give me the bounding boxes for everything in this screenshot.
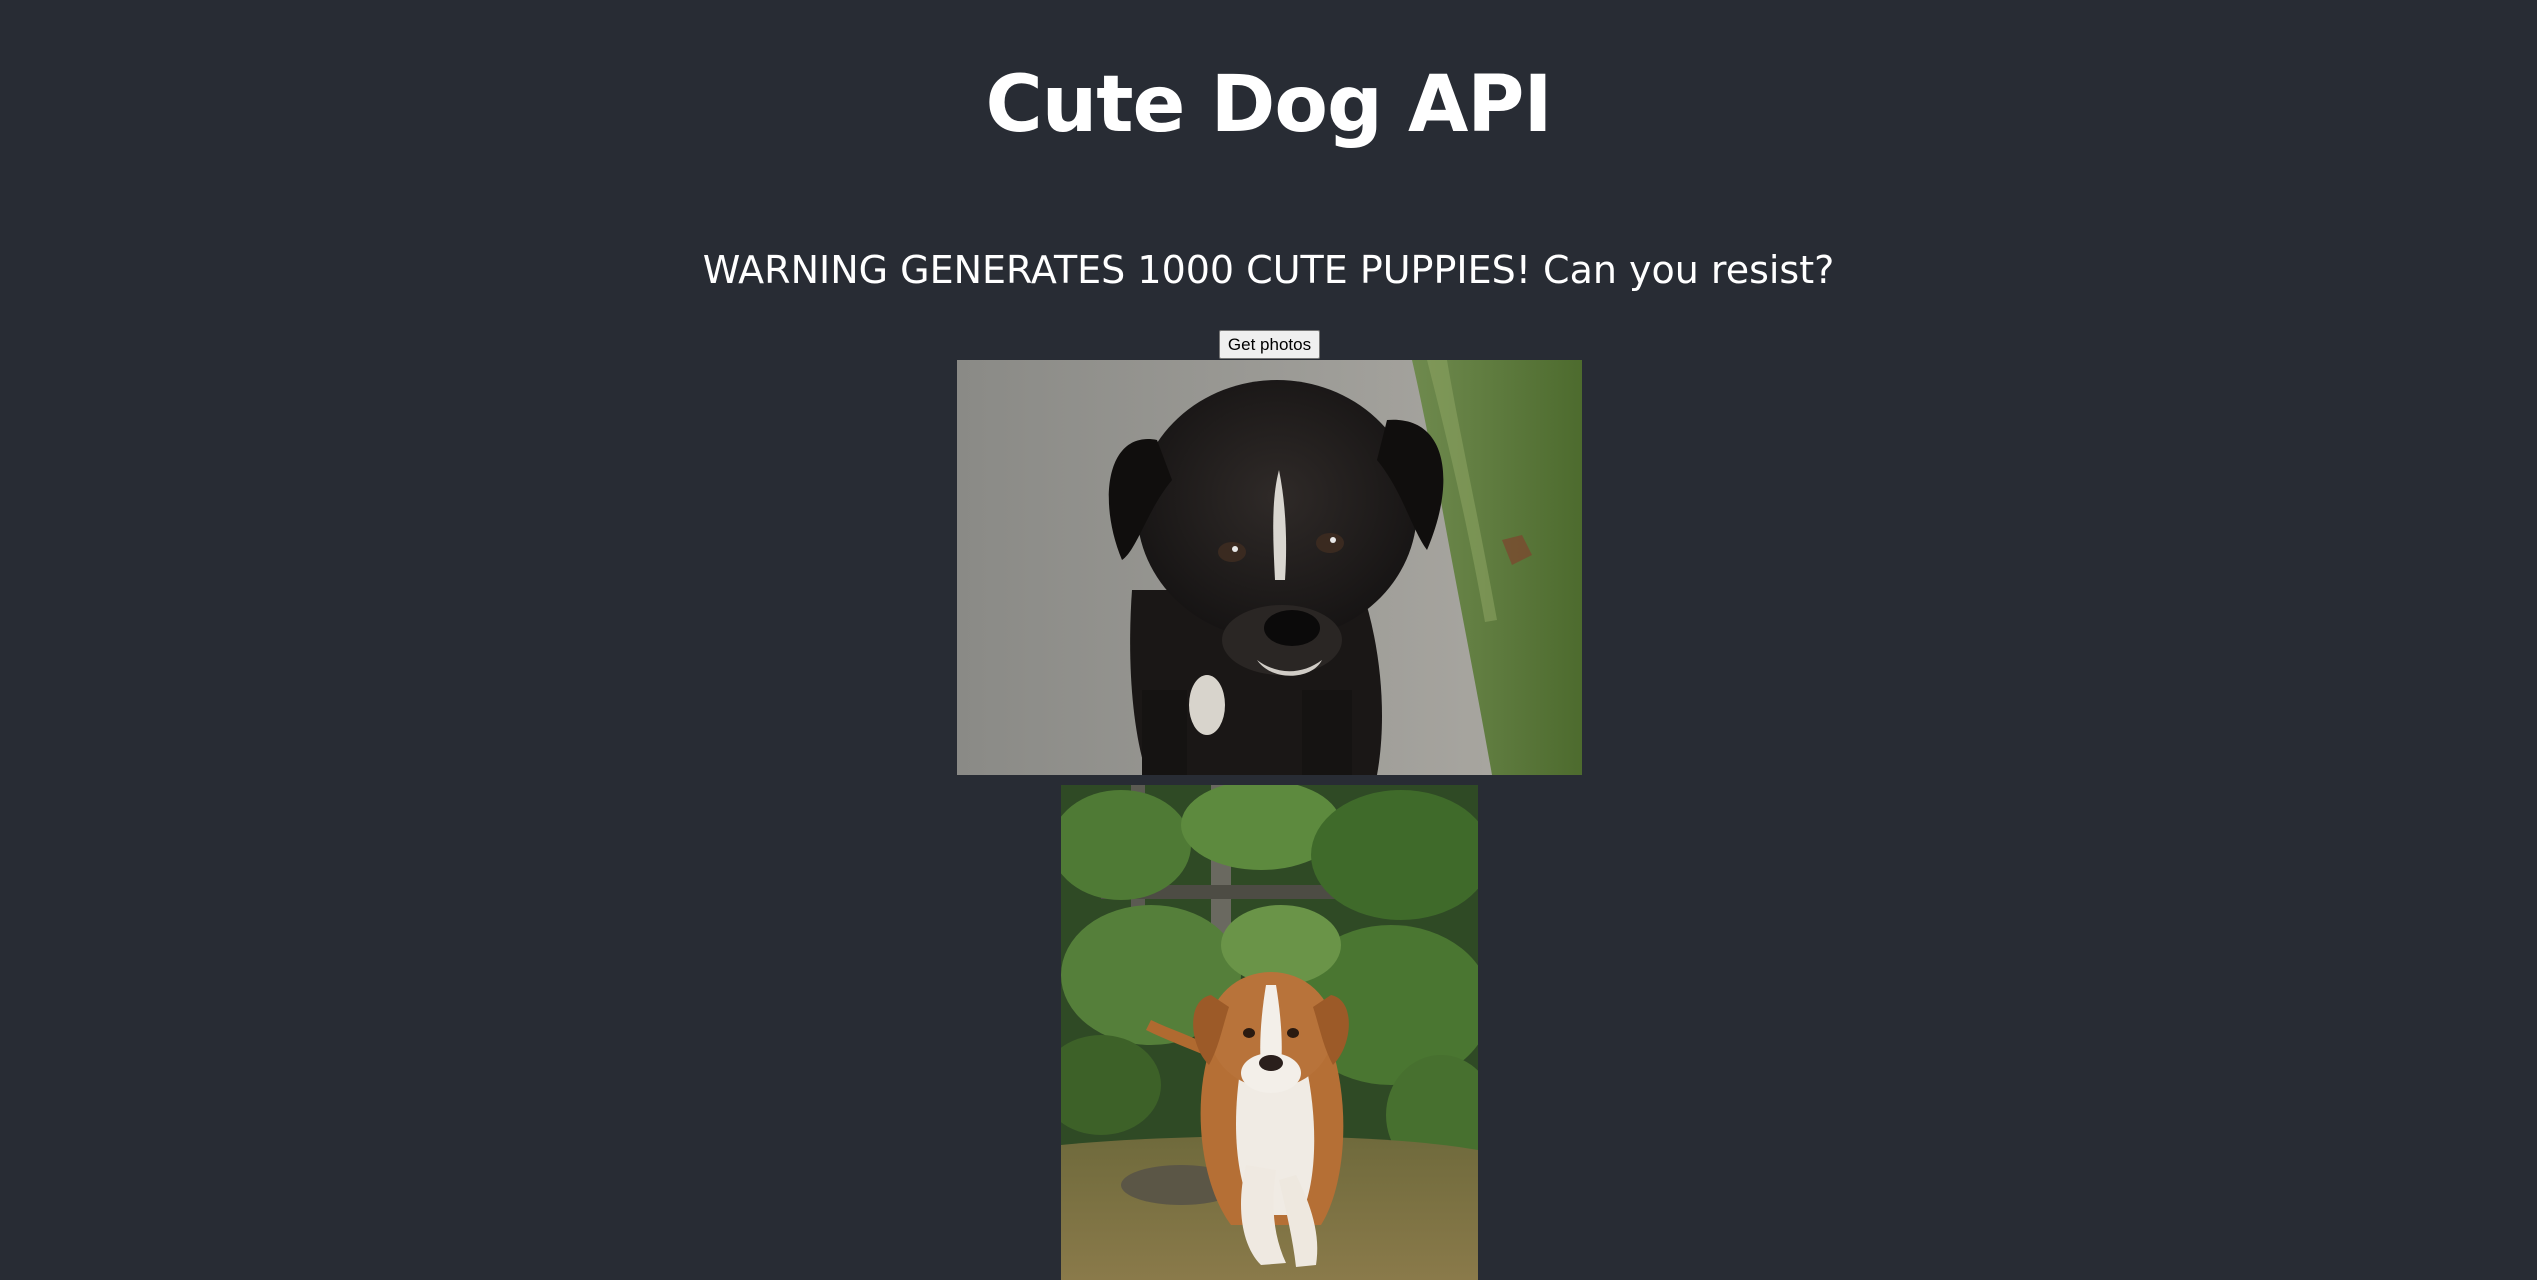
warning-text: WARNING GENERATES 1000 CUTE PUPPIES! Can… xyxy=(702,248,1835,292)
page-title: Cute Dog API xyxy=(985,60,1553,150)
get-photos-button[interactable]: Get photos xyxy=(1219,330,1320,359)
dog-photo-black-puppy xyxy=(957,360,1582,775)
dog-photo-tan-puppy xyxy=(1061,785,1478,1280)
